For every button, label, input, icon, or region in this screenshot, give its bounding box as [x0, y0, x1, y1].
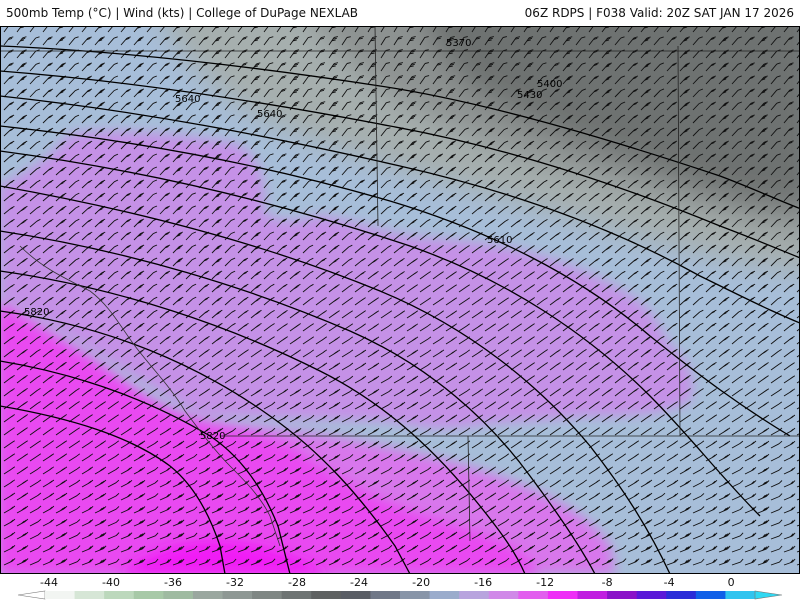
product-title: 500mb Temp (°C) | Wind (kts) | College o… — [6, 6, 359, 20]
colorbar-tick-label: -16 — [474, 576, 492, 589]
colorbar-swatch — [400, 591, 431, 599]
colorbar-swatch — [281, 591, 312, 599]
contour-label: 5640 — [175, 94, 200, 105]
colorbar-swatch — [163, 591, 194, 599]
colorbar-tick-label: -36 — [164, 576, 182, 589]
colorbar-tick-labels: -44 -40 -36 -32 -28 -24 -20 -16 -12 -8 -4 0 — [40, 576, 735, 589]
colorbar-swatch — [459, 591, 490, 599]
colorbar-swatches — [45, 591, 756, 599]
colorbar-swatch — [429, 591, 460, 599]
colorbar-tick-label: -40 — [102, 576, 120, 589]
contour-label: 5610 — [487, 235, 512, 246]
colorbar-swatch — [222, 591, 253, 599]
contour-label: 5400 — [537, 79, 562, 90]
colorbar-swatch — [311, 591, 342, 599]
contour-label: 5370 — [446, 38, 471, 49]
colorbar-left-arrow — [17, 590, 46, 600]
colorbar-swatch — [488, 591, 519, 599]
colorbar-swatch — [104, 591, 135, 599]
colorbar-swatch — [725, 591, 756, 599]
colorbar-swatch — [252, 591, 283, 599]
contour-label: 5820 — [24, 307, 49, 318]
colorbar-tick-label: -4 — [664, 576, 675, 589]
run-valid-time: 06Z RDPS | F038 Valid: 20Z SAT JAN 17 20… — [524, 6, 794, 20]
map-figure: 500mb Temp (°C) | Wind (kts) | College o… — [0, 0, 800, 600]
colorbar-swatch — [518, 591, 549, 599]
colorbar-tick-label: -8 — [602, 576, 613, 589]
header-bar: 500mb Temp (°C) | Wind (kts) | College o… — [0, 0, 800, 26]
contour-label: 5640 — [257, 109, 282, 120]
colorbar-tick-label: -44 — [40, 576, 58, 589]
colorbar-tick-label: -24 — [350, 576, 368, 589]
colorbar-swatch — [192, 591, 223, 599]
map-canvas: 5370 5400 5430 5640 5640 5610 5820 5820 — [0, 26, 800, 574]
contour-label: 5820 — [200, 431, 225, 442]
colorbar-swatch — [636, 591, 667, 599]
colorbar-swatch — [133, 591, 164, 599]
colorbar-tick-label: -28 — [288, 576, 306, 589]
colorbar-swatch — [577, 591, 608, 599]
contour-label: 5430 — [517, 90, 542, 101]
colorbar-swatch — [340, 591, 371, 599]
colorbar-swatch — [74, 591, 105, 599]
colorbar-swatch — [370, 591, 401, 599]
colorbar-swatch — [547, 591, 578, 599]
colorbar-swatch — [607, 591, 638, 599]
colorbar-swatch — [695, 591, 726, 599]
colorbar-swatch — [45, 591, 76, 599]
colorbar-tick-label: 0 — [728, 576, 735, 589]
colorbar-tick-label: -12 — [536, 576, 554, 589]
temperature-colorbar: -44 -40 -36 -32 -28 -24 -20 -16 -12 -8 -4 0 — [0, 574, 800, 600]
colorbar-swatch — [666, 591, 697, 599]
colorbar-right-arrow — [754, 590, 783, 600]
colorbar-tick-label: -32 — [226, 576, 244, 589]
colorbar-tick-label: -20 — [412, 576, 430, 589]
